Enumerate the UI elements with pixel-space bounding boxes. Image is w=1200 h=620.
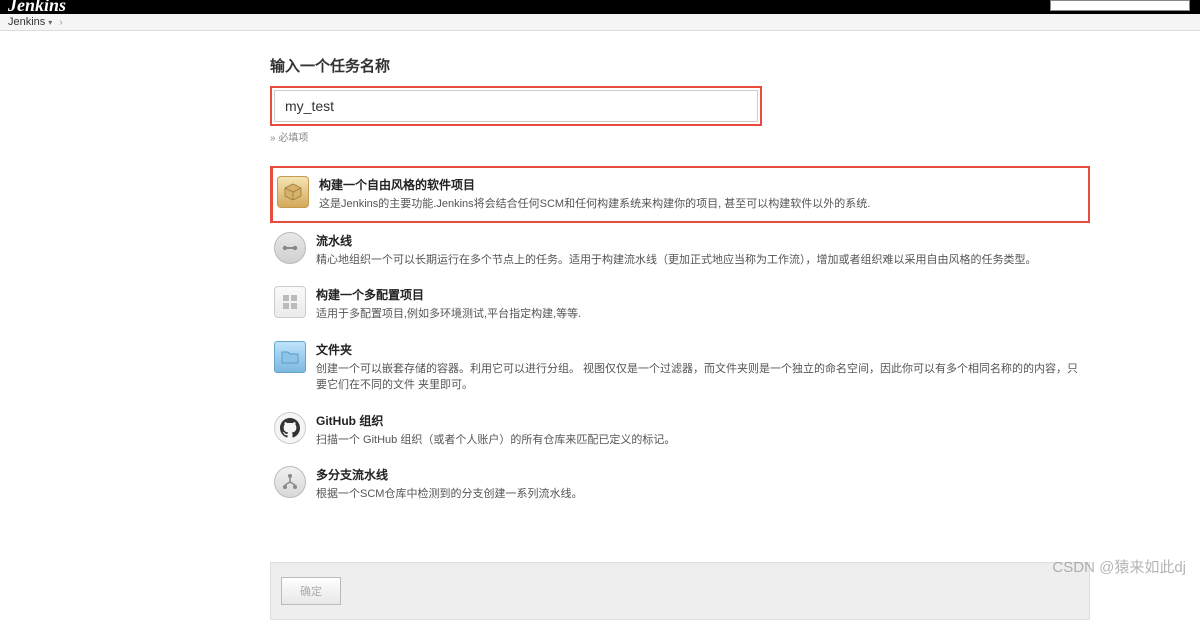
item-desc: 适用于多配置项目,例如多环境测试,平台指定构建,等等.: [316, 306, 1086, 323]
name-input-highlight: [270, 86, 762, 126]
item-multibranch[interactable]: 多分支流水线 根据一个SCM仓库中检测到的分支创建一系列流水线。: [270, 457, 1090, 512]
breadcrumb-root[interactable]: Jenkins ▾: [8, 16, 55, 28]
chevron-down-icon[interactable]: ▾: [48, 18, 52, 27]
page-title: 输入一个任务名称: [270, 55, 1090, 76]
folder-icon: [274, 341, 306, 373]
jenkins-logo[interactable]: Jenkins: [8, 0, 66, 14]
search-input[interactable]: [1050, 0, 1190, 11]
freestyle-icon: [277, 176, 309, 208]
github-icon: [274, 412, 306, 444]
item-title: 多分支流水线: [316, 466, 1086, 483]
item-title: GitHub 组织: [316, 412, 1086, 429]
watermark: CSDN @猿来如此dj: [1052, 556, 1186, 577]
item-title: 构建一个多配置项目: [316, 286, 1086, 303]
item-desc: 精心地组织一个可以长期运行在多个节点上的任务。适用于构建流水线（更加正式地应当称…: [316, 252, 1086, 269]
main-content: 输入一个任务名称 » 必填项 构建一个自由风格的软件项目 这是Jenkins的主…: [90, 55, 1110, 620]
multiconfig-icon: [274, 286, 306, 318]
item-desc: 创建一个可以嵌套存储的容器。利用它可以进行分组。 视图仅仅是一个过滤器，而文件夹…: [316, 361, 1086, 394]
item-pipeline[interactable]: 流水线 精心地组织一个可以长期运行在多个节点上的任务。适用于构建流水线（更加正式…: [270, 223, 1090, 278]
required-hint: » 必填项: [270, 129, 1090, 144]
item-multiconfig[interactable]: 构建一个多配置项目 适用于多配置项目,例如多环境测试,平台指定构建,等等.: [270, 277, 1090, 332]
breadcrumb-root-label: Jenkins: [8, 16, 45, 28]
item-title: 文件夹: [316, 341, 1086, 358]
item-desc: 根据一个SCM仓库中检测到的分支创建一系列流水线。: [316, 486, 1086, 503]
item-freestyle[interactable]: 构建一个自由风格的软件项目 这是Jenkins的主要功能.Jenkins将会结合…: [270, 166, 1090, 223]
item-github-org[interactable]: GitHub 组织 扫描一个 GitHub 组织（或者个人账户）的所有仓库来匹配…: [270, 403, 1090, 458]
item-desc: 这是Jenkins的主要功能.Jenkins将会结合任何SCM和任何构建系统来构…: [319, 196, 1084, 213]
item-title: 流水线: [316, 232, 1086, 249]
breadcrumb-separator: ›: [59, 17, 62, 28]
item-desc: 扫描一个 GitHub 组织（或者个人账户）的所有仓库来匹配已定义的标记。: [316, 432, 1086, 449]
top-header: Jenkins: [0, 0, 1200, 14]
pipeline-icon: [274, 232, 306, 264]
item-name-input[interactable]: [274, 90, 758, 122]
multibranch-icon: [274, 466, 306, 498]
item-title: 构建一个自由风格的软件项目: [319, 176, 1084, 193]
item-folder[interactable]: 文件夹 创建一个可以嵌套存储的容器。利用它可以进行分组。 视图仅仅是一个过滤器，…: [270, 332, 1090, 403]
item-type-list: 构建一个自由风格的软件项目 这是Jenkins的主要功能.Jenkins将会结合…: [270, 166, 1090, 512]
breadcrumb: Jenkins ▾ ›: [0, 14, 1200, 31]
